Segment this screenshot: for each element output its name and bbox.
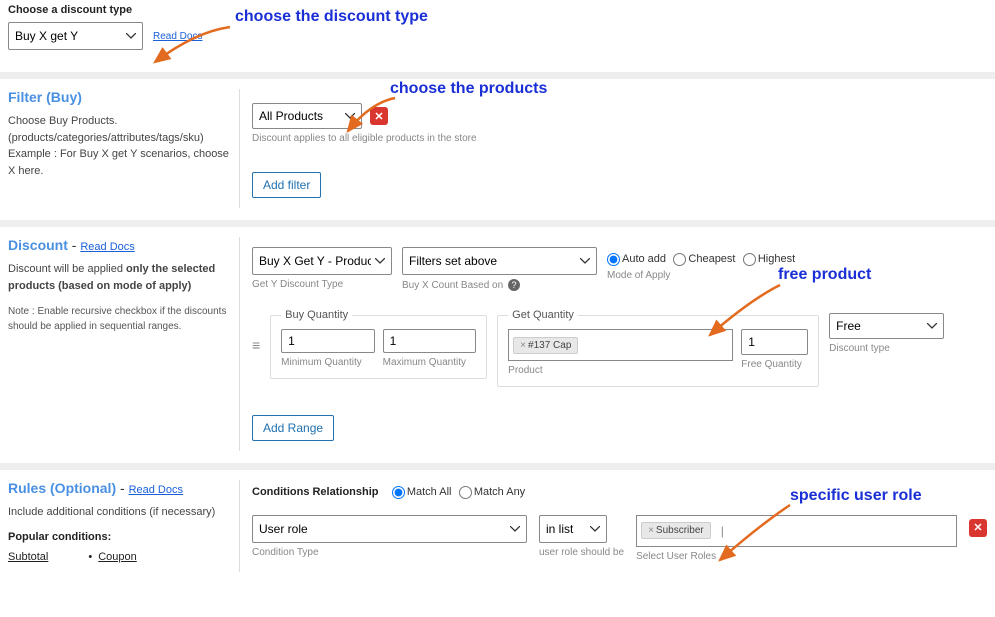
buy-min-qty-input[interactable] xyxy=(281,329,375,353)
buy-min-sub: Minimum Quantity xyxy=(281,357,375,368)
mode-highest-radio[interactable] xyxy=(743,253,756,266)
condition-operator-select[interactable]: in list xyxy=(539,515,607,543)
count-based-select[interactable]: Filters set above xyxy=(402,247,597,275)
filter-title: Filter (Buy) xyxy=(8,89,233,105)
condition-type-sub: Condition Type xyxy=(252,547,527,558)
buy-max-sub: Maximum Quantity xyxy=(383,357,477,368)
get-qty-legend: Get Quantity xyxy=(508,309,578,321)
mode-auto-add-radio[interactable] xyxy=(607,253,620,266)
help-icon[interactable]: ? xyxy=(508,279,520,291)
free-qty-sub: Free Quantity xyxy=(741,359,808,370)
filter-help: Choose Buy Products. (products/categorie… xyxy=(8,113,233,179)
user-roles-sub: Select User Roles xyxy=(636,551,957,562)
conditions-relationship-label: Conditions Relationship xyxy=(252,486,379,498)
discount-title: Discount - Read Docs xyxy=(8,237,233,253)
buy-quantity-fieldset: Buy Quantity Minimum Quantity Maximum Qu… xyxy=(270,309,487,379)
discount-note: Note : Enable recursive checkbox if the … xyxy=(8,304,233,334)
popular-subtotal-link[interactable]: Subtotal xyxy=(8,551,48,563)
get-product-sub: Product xyxy=(508,365,733,376)
mode-cheapest-radio[interactable] xyxy=(673,253,686,266)
condition-operator-sub: user role should be xyxy=(539,547,624,558)
discount-read-docs-link[interactable]: Read Docs xyxy=(80,241,134,253)
get-quantity-fieldset: Get Quantity ×#137 Cap Product Free Quan… xyxy=(497,309,819,387)
read-docs-link-top[interactable]: Read Docs xyxy=(153,31,202,42)
get-y-type-select[interactable]: Buy X Get Y - Products xyxy=(252,247,392,275)
popular-conditions-label: Popular conditions: xyxy=(8,531,233,543)
user-roles-input[interactable]: ×Subscriber xyxy=(636,515,957,547)
discount-type-select[interactable]: Buy X get Y xyxy=(8,22,143,50)
drag-handle-icon[interactable]: ≡ xyxy=(252,309,260,353)
free-qty-input[interactable] xyxy=(741,329,808,355)
filter-hint: Discount applies to all eligible product… xyxy=(252,133,987,144)
disc-type-sub: Discount type xyxy=(829,343,944,354)
popular-coupon-link[interactable]: Coupon xyxy=(98,551,137,563)
discount-type-free-select[interactable]: Free xyxy=(829,313,944,339)
buy-qty-legend: Buy Quantity xyxy=(281,309,352,321)
add-filter-button[interactable]: Add filter xyxy=(252,172,321,198)
rules-read-docs-link[interactable]: Read Docs xyxy=(129,484,183,496)
rules-help: Include additional conditions (if necess… xyxy=(8,504,233,521)
condition-type-select[interactable]: User role xyxy=(252,515,527,543)
match-any-radio[interactable] xyxy=(459,486,472,499)
get-product-input[interactable]: ×#137 Cap xyxy=(508,329,733,361)
rules-delete-icon[interactable]: ✕ xyxy=(969,519,987,537)
mode-of-apply-sub: Mode of Apply xyxy=(607,270,799,281)
count-based-sub: Buy X Count Based on ? xyxy=(402,279,597,291)
discount-help-main: Discount will be applied only the select… xyxy=(8,261,233,294)
filter-delete-icon[interactable]: ✕ xyxy=(370,107,388,125)
add-range-button[interactable]: Add Range xyxy=(252,415,334,441)
buy-max-qty-input[interactable] xyxy=(383,329,477,353)
filter-products-select[interactable]: All Products xyxy=(252,103,362,129)
discount-type-label: Choose a discount type xyxy=(8,4,987,16)
match-all-radio[interactable] xyxy=(392,486,405,499)
get-y-type-sub: Get Y Discount Type xyxy=(252,279,392,290)
rules-title: Rules (Optional) - Read Docs xyxy=(8,480,233,496)
